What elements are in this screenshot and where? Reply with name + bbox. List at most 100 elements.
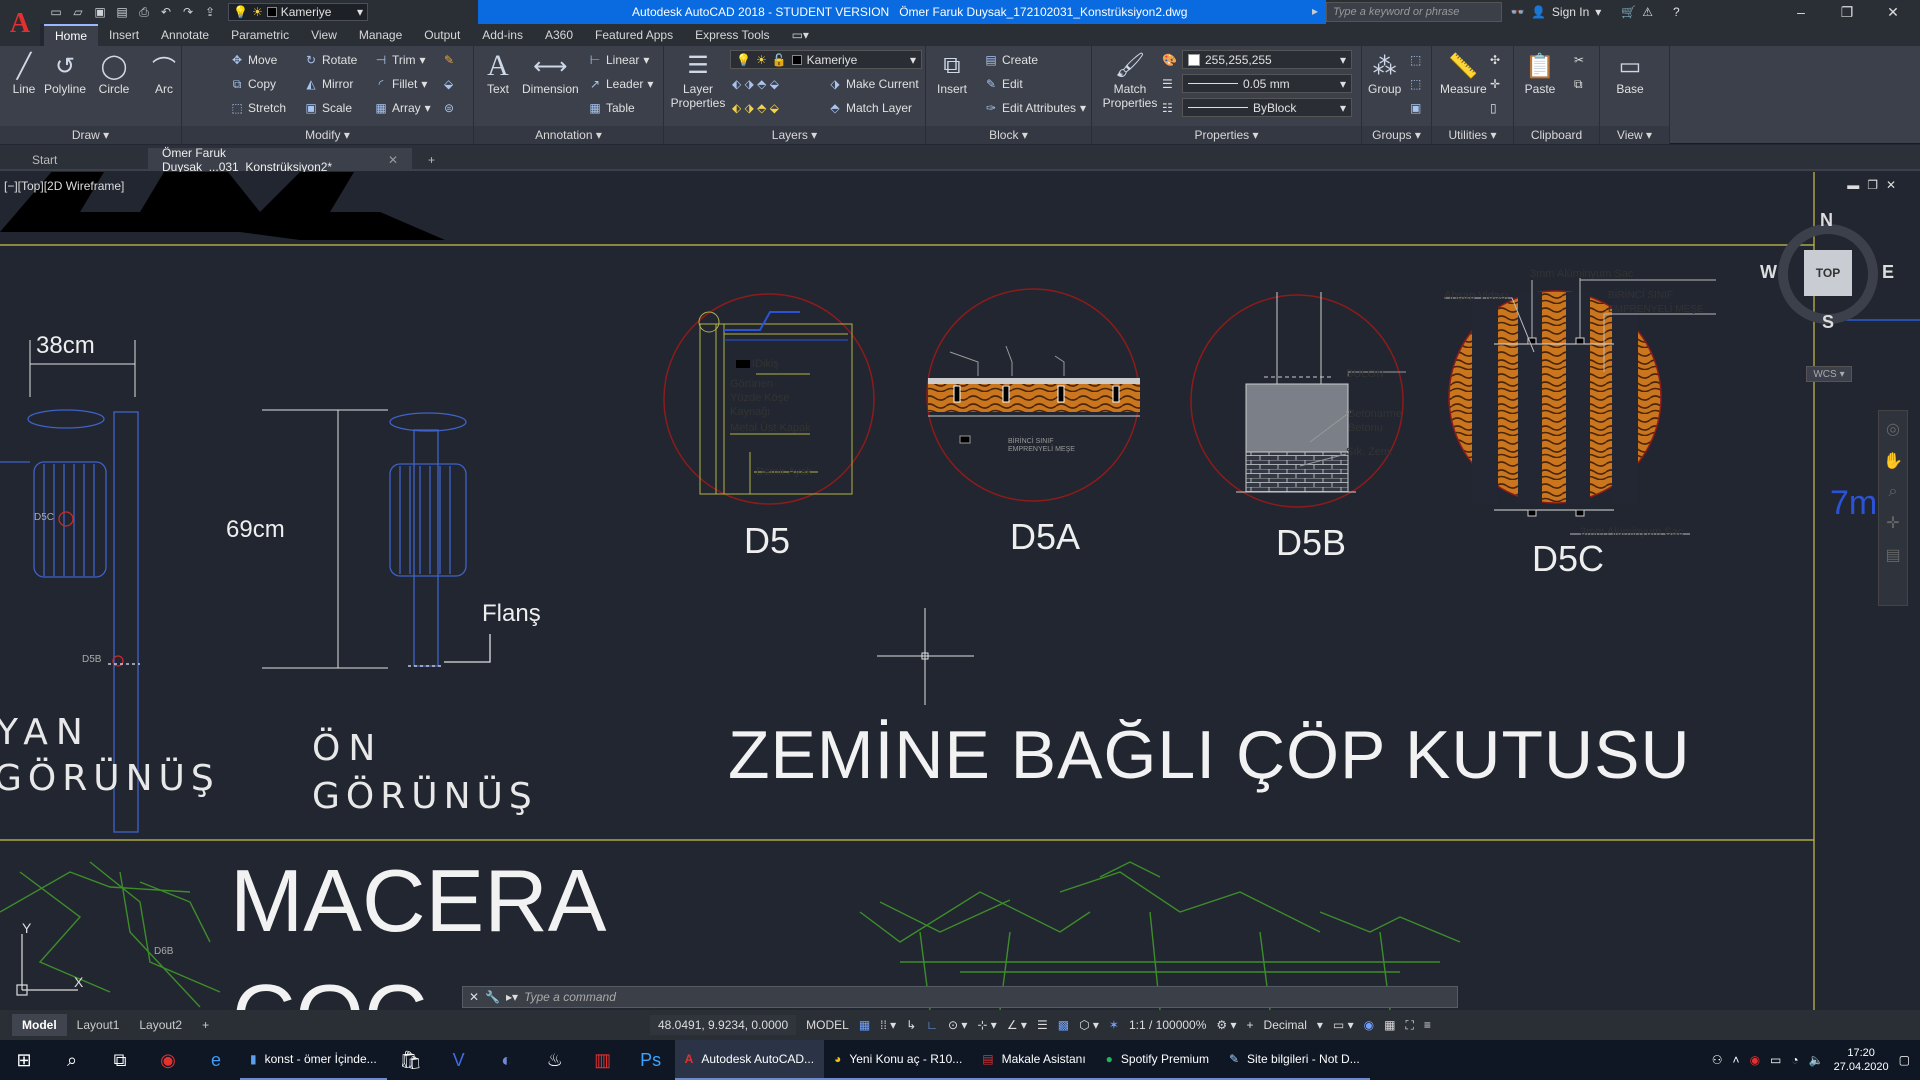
new-file-icon[interactable]: ▭ [46, 3, 66, 21]
tray-app-icon[interactable]: ◉ [1750, 1053, 1760, 1067]
annotation-panel-label[interactable]: Annotation ▾ [474, 126, 663, 144]
tab-parametric[interactable]: Parametric [220, 24, 300, 46]
layer-dropdown[interactable]: 💡 ☀ 🔓 Kameriye ▾ [730, 50, 922, 69]
zoom-icon[interactable]: ⌕ [1889, 483, 1898, 501]
polar-icon[interactable]: ⊙ ▾ [948, 1018, 967, 1032]
close-icon[interactable]: ✕ [469, 990, 479, 1004]
redo-icon[interactable]: ↷ [178, 3, 198, 21]
isolate-icon[interactable]: ◉ [1364, 1018, 1374, 1032]
group-tools-icon[interactable]: ⬚ [1410, 50, 1421, 70]
command-line[interactable]: ✕ 🔧 ▸▾ Type a command [462, 986, 1458, 1008]
table-button[interactable]: ▦ Table [588, 98, 634, 118]
array-button[interactable]: ▦ Array ▾ [374, 98, 430, 118]
chevron-up-icon[interactable]: ˄ [1733, 1053, 1740, 1067]
mirror-button[interactable]: ◭ Mirror [304, 74, 353, 94]
calculator-icon[interactable]: ▯ [1490, 98, 1497, 118]
leader-button[interactable]: ↗ Leader ▾ [588, 74, 653, 94]
add-layout-button[interactable]: + [192, 1014, 219, 1036]
snap-icon[interactable]: ⁞⁞ ▾ [880, 1018, 896, 1032]
hardware-icon[interactable]: ▦ [1384, 1018, 1395, 1032]
tab-output[interactable]: Output [413, 24, 471, 46]
scale-button[interactable]: ▣ Scale [304, 98, 352, 118]
compass-w[interactable]: W [1760, 262, 1777, 283]
showmotion-icon[interactable]: ▤ [1885, 545, 1900, 565]
erase-icon[interactable]: ✎ [444, 50, 454, 70]
tab-insert[interactable]: Insert [98, 24, 150, 46]
store-icon[interactable]: 🛍 [387, 1040, 435, 1080]
group-select-icon[interactable]: ▣ [1410, 98, 1421, 118]
properties-panel-label[interactable]: Properties ▾ [1092, 126, 1361, 144]
people-icon[interactable]: ⚇ [1712, 1053, 1723, 1067]
linetype-icon[interactable]: ☷ [1162, 98, 1173, 118]
utilities-panel-label[interactable]: Utilities ▾ [1432, 126, 1513, 144]
match-properties-button[interactable]: 🖌 Match Properties [1100, 50, 1160, 111]
groups-panel-label[interactable]: Groups ▾ [1362, 126, 1431, 144]
compass-s[interactable]: S [1822, 312, 1834, 333]
close-button[interactable]: ✕ [1870, 0, 1916, 24]
steering-wheel-icon[interactable]: ◎ [1886, 419, 1900, 439]
sign-in-button[interactable]: Sign In [1552, 5, 1589, 19]
trim-button[interactable]: ⊣ Trim ▾ [374, 50, 426, 70]
app-red-icon[interactable]: ◉ [144, 1040, 192, 1080]
compass-n[interactable]: N [1820, 210, 1833, 231]
volume-icon[interactable]: 🔈 [1809, 1053, 1824, 1067]
base-button[interactable]: ▭ Base [1614, 50, 1646, 97]
copy-clip-icon[interactable]: ⧉ [1574, 74, 1583, 94]
viewcube[interactable]: TOP N S E W [1760, 210, 1894, 334]
network-icon[interactable]: ◔ [1791, 1053, 1798, 1067]
text-button[interactable]: A Text [482, 49, 514, 96]
share-icon[interactable]: ⇪ [200, 3, 220, 21]
stretch-button[interactable]: ⬚ Stretch [230, 98, 286, 118]
linear-button[interactable]: ⊢ Linear ▾ [588, 50, 650, 70]
chevron-down-icon[interactable]: ▾ [1317, 1018, 1323, 1032]
fullscreen-icon[interactable]: ⛶ [1405, 1018, 1413, 1033]
quick-properties-icon[interactable]: ▭ ▾ [1333, 1018, 1354, 1032]
tab-active-drawing[interactable]: Ömer Faruk Duysak_...031_Konstrüksiyon2*… [148, 146, 412, 174]
tab-manage[interactable]: Manage [348, 24, 413, 46]
edit-block-button[interactable]: ✎ Edit [984, 74, 1023, 94]
tab-express-tools[interactable]: Express Tools [684, 24, 780, 46]
selection-cycling-icon[interactable]: ⬡ ▾ [1079, 1018, 1099, 1032]
rotate-button[interactable]: ↻ Rotate [304, 50, 357, 70]
paste-button[interactable]: 📋 Paste [1524, 50, 1556, 97]
clock[interactable]: 17:20 27.04.2020 [1834, 1046, 1889, 1074]
insert-button[interactable]: ⧉ Insert [936, 50, 968, 96]
lineweight-dropdown[interactable]: 0.05 mm ▾ [1182, 74, 1352, 93]
move-button[interactable]: ✥ Move [230, 50, 277, 70]
measure-button[interactable]: 📏 Measure [1440, 50, 1487, 97]
create-block-button[interactable]: ▤ Create [984, 50, 1038, 70]
point-icon[interactable]: ✛ [1490, 74, 1500, 94]
tab-view[interactable]: View [300, 24, 348, 46]
taskbar-app-konst[interactable]: ▮ konst - ömer İçinde... [240, 1040, 387, 1080]
chevron-down-icon[interactable]: ▾ [1595, 5, 1601, 19]
cut-icon[interactable]: ✂ [1574, 50, 1584, 70]
tab-start[interactable]: Start [18, 148, 148, 171]
otrack-icon[interactable]: ∠ ▾ [1007, 1018, 1027, 1032]
binoculars-icon[interactable]: 👓 [1510, 5, 1525, 19]
tab-addins[interactable]: Add-ins [471, 24, 534, 46]
discord-icon[interactable]: ◐ [483, 1040, 531, 1080]
steam-icon[interactable]: ♨ [531, 1040, 579, 1080]
osnap-icon[interactable]: ⊹ ▾ [977, 1018, 996, 1032]
search-input[interactable]: Type a keyword or phrase [1326, 2, 1502, 22]
polyline-button[interactable]: ↺ Polyline [44, 50, 86, 97]
wcs-button[interactable]: WCS ▾ [1806, 366, 1852, 382]
save-as-icon[interactable]: ▤ [112, 3, 132, 21]
plus-icon[interactable]: + [1247, 1018, 1254, 1032]
save-icon[interactable]: ▣ [90, 3, 110, 21]
linetype-dropdown[interactable]: ByBlock ▾ [1182, 98, 1352, 117]
autocad-logo-icon[interactable]: A [0, 0, 40, 48]
notifications-icon[interactable]: ▢ [1899, 1053, 1910, 1067]
ortho-icon[interactable]: ∟ [926, 1018, 938, 1032]
color-dropdown[interactable]: 255,255,255 ▾ [1182, 50, 1352, 69]
viewport-window-controls[interactable]: ▬❐✕ [1847, 178, 1904, 192]
layer-properties-button[interactable]: ☰ Layer Properties [668, 50, 728, 111]
close-icon[interactable]: ✕ [388, 153, 398, 167]
customize-icon[interactable]: ≡ [1424, 1018, 1431, 1032]
transparency-icon[interactable]: ▩ [1058, 1018, 1069, 1032]
explode-icon[interactable]: ⬙ [444, 74, 453, 94]
view-panel-label[interactable]: View ▾ [1600, 126, 1669, 144]
grid-icon[interactable]: ▦ [859, 1018, 870, 1032]
scale-dropdown[interactable]: 1:1 / 100000% [1129, 1018, 1206, 1032]
layer-tools-icons-2[interactable]: ⬖ ⬗ ⬘ ⬙ [732, 98, 779, 118]
